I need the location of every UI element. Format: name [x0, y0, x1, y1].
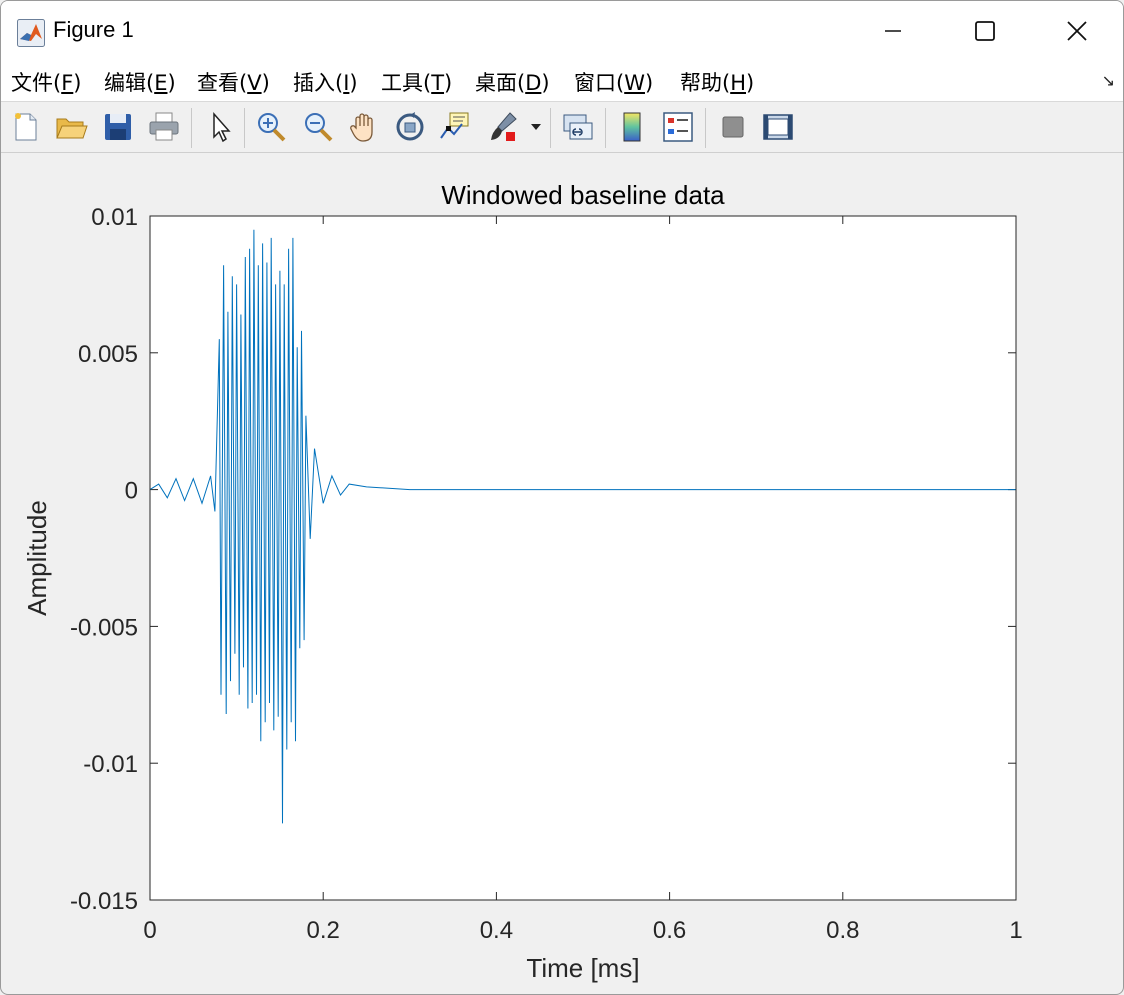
menu-label: 桌面(: [475, 71, 526, 95]
colorbar-icon[interactable]: [615, 110, 649, 144]
x-tick-labels: 0 0.2 0.4 0.6 0.8 1: [143, 917, 1022, 944]
menu-label: 插入(: [293, 71, 344, 95]
menu-bracket: ): [444, 71, 453, 95]
menu-bracket: ): [167, 71, 176, 95]
minimize-icon: [885, 30, 901, 32]
data-cursor-icon[interactable]: [438, 110, 472, 144]
save-icon[interactable]: [101, 110, 135, 144]
legend-icon[interactable]: [661, 110, 695, 144]
hide-plot-tools-icon[interactable]: [716, 110, 750, 144]
toolbar-separator: [605, 108, 606, 148]
menu-view[interactable]: 查看(V): [197, 67, 270, 97]
menu-file[interactable]: 文件(F): [11, 67, 82, 97]
menu-edit[interactable]: 编辑(E): [104, 67, 176, 97]
show-plot-tools-icon[interactable]: [761, 110, 795, 144]
title-bar[interactable]: Figure 1: [1, 1, 1123, 61]
menu-bracket: ): [261, 71, 270, 95]
x-tick-label: 1: [1009, 917, 1022, 944]
x-tick-label: 0.8: [826, 917, 859, 944]
menu-accelerator: E: [154, 71, 168, 95]
y-tick-label: 0: [125, 478, 138, 505]
menu-bracket: ): [644, 71, 654, 95]
menu-accelerator: D: [525, 71, 542, 95]
rotate-3d-icon[interactable]: [393, 110, 427, 144]
menu-bracket: ): [746, 71, 755, 95]
figure-window: Figure 1 文件(F) 编辑(E) 查看(V) 插入(I) 工具(T) 桌…: [0, 0, 1124, 995]
menu-accelerator: F: [61, 71, 74, 95]
menu-window[interactable]: 窗口(W): [574, 67, 653, 97]
dock-figure-icon[interactable]: ↘: [1102, 71, 1115, 90]
pan-icon[interactable]: [347, 110, 381, 144]
x-axis-label: Time [ms]: [526, 953, 639, 983]
close-icon: [1067, 21, 1087, 41]
menu-accelerator: V: [247, 71, 262, 95]
maximize-button[interactable]: [939, 1, 1031, 61]
y-tick-label: -0.015: [70, 888, 138, 915]
menu-bracket: ): [541, 71, 550, 95]
open-file-icon[interactable]: [54, 110, 88, 144]
zoom-out-icon[interactable]: [301, 110, 335, 144]
menu-label: 查看(: [197, 71, 248, 95]
print-icon[interactable]: [147, 110, 181, 144]
x-tick-label: 0.2: [307, 917, 340, 944]
new-figure-icon[interactable]: [9, 110, 43, 144]
pointer-icon[interactable]: [204, 110, 238, 144]
window-title: Figure 1: [53, 17, 134, 42]
menu-help[interactable]: 帮助(H): [680, 67, 754, 97]
brush-dropdown-icon[interactable]: [528, 110, 544, 144]
menu-accelerator: T: [431, 71, 445, 95]
brush-icon[interactable]: [486, 110, 520, 144]
y-axis-label: Amplitude: [22, 500, 52, 616]
link-plot-icon[interactable]: [561, 110, 595, 144]
figure-toolbar: [1, 102, 1123, 153]
y-tick-label: 0.01: [91, 204, 138, 231]
figure-canvas[interactable]: 0 0.2 0.4 0.6 0.8 1 0.01 0.005 0 -0.005 -0.01 -0.0…: [1, 153, 1123, 994]
menu-accelerator: W: [624, 71, 645, 95]
x-tick-label: 0: [143, 917, 156, 944]
menu-label: 窗口(: [574, 71, 625, 95]
maximize-icon: [975, 21, 995, 41]
zoom-in-icon[interactable]: [254, 110, 288, 144]
toolbar-separator: [550, 108, 551, 148]
menu-label: 文件(: [11, 71, 62, 95]
matlab-logo-icon: [17, 19, 45, 47]
menu-bracket: ): [349, 71, 358, 95]
minimize-button[interactable]: [847, 1, 939, 61]
menu-accelerator: H: [730, 71, 746, 95]
menu-insert[interactable]: 插入(I): [293, 67, 358, 97]
menu-label: 编辑(: [104, 71, 155, 95]
menu-desktop[interactable]: 桌面(D): [475, 67, 550, 97]
y-tick-labels: 0.01 0.005 0 -0.005 -0.01 -0.015: [70, 204, 138, 915]
menu-tools[interactable]: 工具(T): [381, 67, 452, 97]
menu-label: 帮助(: [680, 71, 731, 95]
chart-title: Windowed baseline data: [441, 180, 725, 210]
menu-bar: 文件(F) 编辑(E) 查看(V) 插入(I) 工具(T) 桌面(D) 窗口(W…: [1, 61, 1123, 102]
y-tick-label: -0.01: [83, 751, 138, 778]
close-button[interactable]: [1031, 1, 1123, 61]
toolbar-separator: [191, 108, 192, 148]
menu-bracket: ): [73, 71, 82, 95]
toolbar-separator: [244, 108, 245, 148]
y-tick-label: -0.005: [70, 614, 138, 641]
line-chart[interactable]: 0 0.2 0.4 0.6 0.8 1 0.01 0.005 0 -0.005 -0.01 -0.0…: [1, 153, 1123, 994]
x-tick-label: 0.4: [480, 917, 513, 944]
y-tick-label: 0.005: [78, 341, 138, 368]
toolbar-separator: [705, 108, 706, 148]
x-tick-label: 0.6: [653, 917, 686, 944]
menu-label: 工具(: [381, 71, 432, 95]
